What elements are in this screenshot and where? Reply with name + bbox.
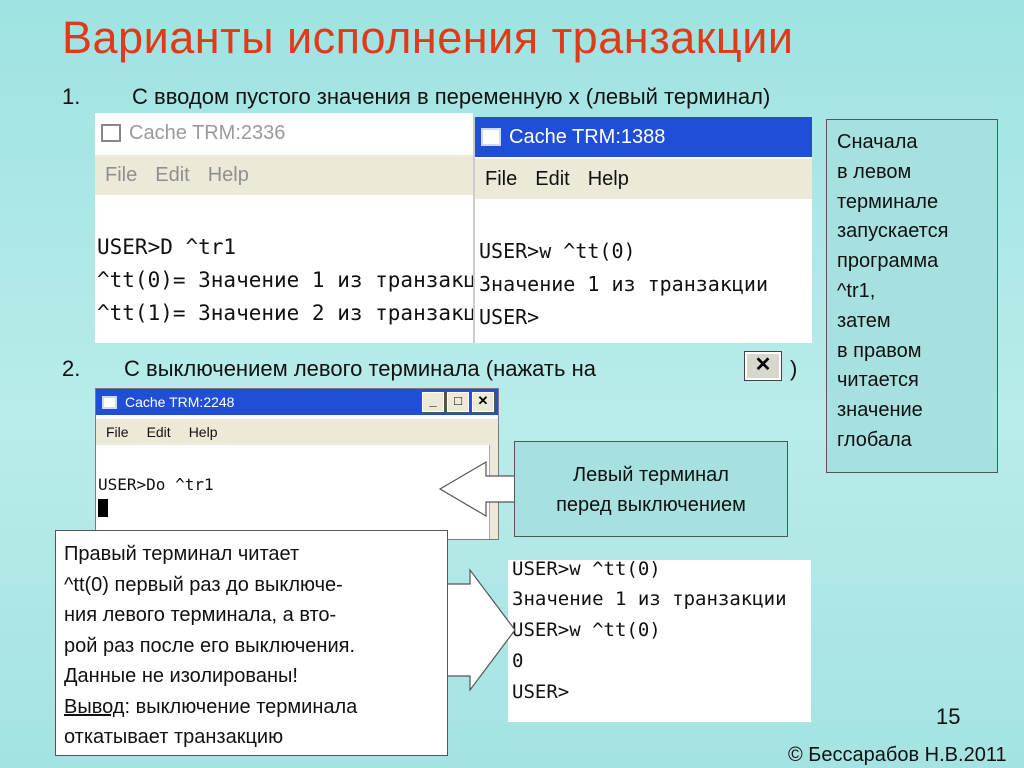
conclusion-line: Вывод: выключение терминала	[64, 692, 439, 723]
note-line: ^tt(0) первый раз до выключе-	[64, 573, 343, 596]
note-line: откатывает транзакцию	[64, 726, 284, 748]
note-line: Данные не изолированы!	[64, 665, 298, 687]
page-number: 15	[936, 704, 961, 729]
note-right-terminal: Правый терминал читает ^tt(0) первый раз…	[55, 530, 448, 756]
note-line: ния левого терминала, а вто-	[64, 604, 337, 626]
note-line: рой раз после его выключения.	[64, 634, 356, 657]
copyright: © Бессарабов Н.В.2011	[788, 744, 1007, 766]
conclusion-text: : выключение терминала	[124, 695, 358, 718]
note-line: Правый терминал читает	[64, 543, 300, 565]
conclusion-label: Вывод	[64, 695, 125, 718]
